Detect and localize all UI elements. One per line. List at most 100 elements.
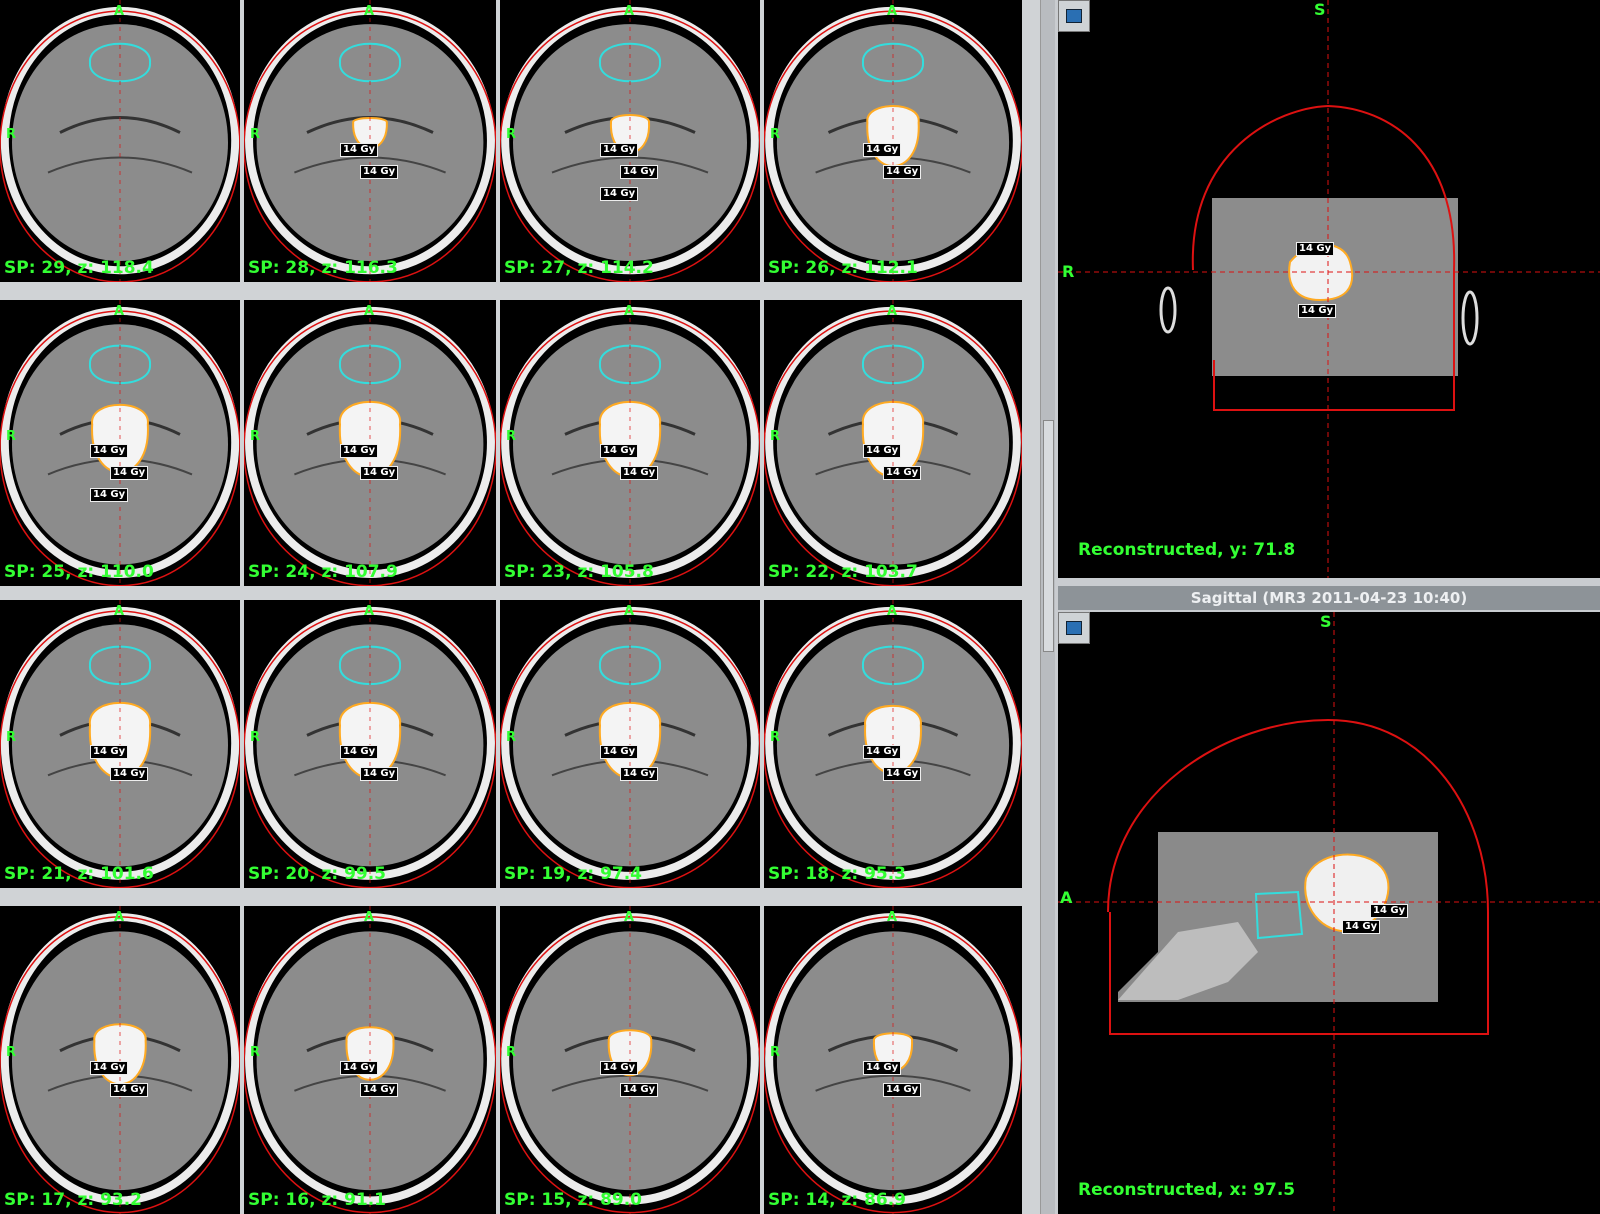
- right-marker: R: [770, 1044, 781, 1060]
- dose-label: 14 Gy: [90, 1060, 129, 1075]
- right-marker: R: [506, 1044, 517, 1060]
- sagittal-image: [1058, 612, 1600, 1214]
- right-marker: R: [6, 1044, 17, 1060]
- anterior-marker: A: [114, 304, 125, 319]
- anterior-marker: A: [624, 304, 635, 319]
- dose-label: 14 Gy: [1342, 920, 1381, 934]
- axial-slice[interactable]: A R 14 Gy 14 Gy 14 Gy SP: 27, z: 114.2: [500, 0, 760, 282]
- dose-label: 14 Gy: [620, 767, 659, 782]
- axial-slice[interactable]: A R 14 Gy 14 Gy SP: 19, z: 97.4: [500, 600, 760, 888]
- slice-position-label: SP: 14, z: 86.9: [768, 1190, 907, 1210]
- dose-label: 14 Gy: [600, 186, 639, 201]
- axial-slice[interactable]: A R 14 Gy 14 Gy SP: 22, z: 103.7: [764, 300, 1022, 586]
- slice-position-label: SP: 27, z: 114.2: [504, 258, 654, 278]
- vertical-scrollbar[interactable]: [1040, 0, 1055, 1214]
- slice-position-label: SP: 18, z: 95.3: [768, 864, 907, 884]
- dose-label: 14 Gy: [883, 164, 922, 179]
- dose-label: 14 Gy: [340, 142, 379, 157]
- axial-slice[interactable]: A R SP: 29, z: 118.4: [0, 0, 240, 282]
- right-marker: R: [6, 428, 17, 444]
- dose-label: 14 Gy: [110, 767, 149, 782]
- dose-label: 14 Gy: [620, 1082, 659, 1097]
- axial-image: [764, 300, 1022, 586]
- axial-slice[interactable]: A R 14 Gy 14 Gy SP: 21, z: 101.6: [0, 600, 240, 888]
- axial-slice[interactable]: A R 14 Gy 14 Gy SP: 17, z: 93.2: [0, 906, 240, 1214]
- axial-slice[interactable]: A R 14 Gy 14 Gy SP: 20, z: 99.5: [244, 600, 496, 888]
- anterior-marker: A: [624, 604, 635, 619]
- right-marker: R: [770, 428, 781, 444]
- superior-marker: S: [1314, 0, 1326, 19]
- slice-position-label: SP: 29, z: 118.4: [4, 258, 154, 278]
- dose-label: 14 Gy: [340, 444, 379, 459]
- dose-label: 14 Gy: [90, 444, 129, 459]
- dose-label: 14 Gy: [883, 466, 922, 481]
- anterior-marker: A: [887, 304, 898, 319]
- axial-slice-grid: A R SP: 29, z: 118.4 A R 14 Gy 14 Gy SP: 2…: [0, 0, 1040, 1214]
- axial-image: [0, 0, 240, 282]
- scrollbar-thumb[interactable]: [1043, 420, 1054, 652]
- axial-image: [500, 300, 760, 586]
- anterior-marker: A: [114, 4, 125, 19]
- right-marker: R: [770, 126, 781, 142]
- right-marker: R: [250, 729, 261, 745]
- coronal-caption: Reconstructed, y: 71.8: [1078, 540, 1296, 560]
- dose-label: 14 Gy: [863, 745, 902, 760]
- axial-slice[interactable]: A R 14 Gy 14 Gy SP: 16, z: 91.1: [244, 906, 496, 1214]
- sagittal-title: Sagittal (MR3 2011-04-23 10:40): [1058, 586, 1600, 610]
- slice-position-label: SP: 22, z: 103.7: [768, 562, 918, 582]
- slice-position-label: SP: 23, z: 105.8: [504, 562, 654, 582]
- dose-label: 14 Gy: [863, 1060, 902, 1075]
- axial-slice[interactable]: A R 14 Gy 14 Gy SP: 26, z: 112.1: [764, 0, 1022, 282]
- dose-label: 14 Gy: [863, 444, 902, 459]
- dose-label: 14 Gy: [1370, 904, 1409, 918]
- slice-position-label: SP: 28, z: 116.3: [248, 258, 398, 278]
- dose-label: 14 Gy: [600, 142, 639, 157]
- dose-label: 14 Gy: [883, 767, 922, 782]
- dose-label: 14 Gy: [360, 767, 399, 782]
- lock-icon[interactable]: [1058, 612, 1090, 644]
- axial-slice[interactable]: A R 14 Gy 14 Gy 14 Gy SP: 25, z: 110.0: [0, 300, 240, 586]
- anterior-marker: A: [114, 604, 125, 619]
- axial-image: [764, 0, 1022, 282]
- anterior-marker: A: [364, 604, 375, 619]
- slice-position-label: SP: 26, z: 112.1: [768, 258, 918, 278]
- anterior-marker: A: [624, 4, 635, 19]
- right-marker: R: [506, 428, 517, 444]
- dose-label: 14 Gy: [340, 1060, 379, 1075]
- dose-label: 14 Gy: [90, 745, 129, 760]
- right-marker: R: [6, 126, 17, 142]
- dose-label: 14 Gy: [863, 142, 902, 157]
- slice-position-label: SP: 20, z: 99.5: [248, 864, 387, 884]
- axial-slice[interactable]: A R 14 Gy 14 Gy SP: 18, z: 95.3: [764, 600, 1022, 888]
- axial-image: [0, 600, 240, 888]
- dose-label: 14 Gy: [360, 466, 399, 481]
- axial-slice[interactable]: A R 14 Gy 14 Gy SP: 14, z: 86.9: [764, 906, 1022, 1214]
- lock-icon[interactable]: [1058, 0, 1090, 32]
- dose-label: 14 Gy: [90, 488, 129, 503]
- coronal-image: [1058, 0, 1600, 578]
- right-marker: R: [250, 126, 261, 142]
- sagittal-view[interactable]: S A 14 Gy 14 Gy Reconstructed, x: 97.5: [1058, 612, 1600, 1214]
- axial-slice[interactable]: A R 14 Gy 14 Gy SP: 28, z: 116.3: [244, 0, 496, 282]
- axial-slice[interactable]: A R 14 Gy 14 Gy SP: 24, z: 107.9: [244, 300, 496, 586]
- dose-label: 14 Gy: [620, 466, 659, 481]
- axial-image: [244, 300, 496, 586]
- slice-position-label: SP: 17, z: 93.2: [4, 1190, 143, 1210]
- anterior-marker: A: [1060, 888, 1073, 907]
- right-marker: R: [506, 126, 517, 142]
- dose-label: 14 Gy: [340, 745, 379, 760]
- slice-position-label: SP: 21, z: 101.6: [4, 864, 154, 884]
- axial-slice[interactable]: A R 14 Gy 14 Gy SP: 15, z: 89.0: [500, 906, 760, 1214]
- coronal-view[interactable]: S R 14 Gy 14 Gy Reconstructed, y: 71.8: [1058, 0, 1600, 578]
- anterior-marker: A: [624, 910, 635, 925]
- axial-slice[interactable]: A R 14 Gy 14 Gy SP: 23, z: 105.8: [500, 300, 760, 586]
- axial-image: [764, 600, 1022, 888]
- dose-label: 14 Gy: [600, 1060, 639, 1075]
- sagittal-caption: Reconstructed, x: 97.5: [1078, 1180, 1296, 1200]
- dose-label: 14 Gy: [360, 1082, 399, 1097]
- dose-label: 14 Gy: [360, 164, 399, 179]
- anterior-marker: A: [364, 304, 375, 319]
- dose-label: 14 Gy: [600, 444, 639, 459]
- slice-position-label: SP: 15, z: 89.0: [504, 1190, 643, 1210]
- dose-label: 14 Gy: [600, 745, 639, 760]
